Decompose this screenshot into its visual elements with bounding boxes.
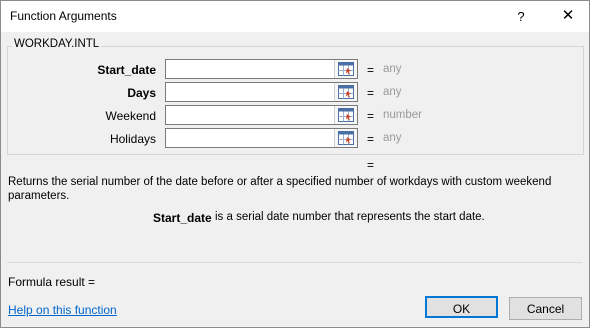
function-result-equals: =: [367, 158, 375, 172]
formula-result-label: Formula result =: [8, 275, 96, 289]
help-link[interactable]: Help on this function: [8, 303, 117, 317]
function-arguments-dialog: Function Arguments ? ✕ WORKDAY.INTL Star…: [0, 0, 590, 328]
arg-help-name: Start_date: [153, 211, 212, 225]
weekend-input[interactable]: [168, 107, 332, 122]
range-select-icon[interactable]: [334, 106, 357, 124]
arg-label-days: Days: [127, 86, 156, 100]
arg-field-days[interactable]: [165, 82, 358, 102]
arg-field-start-date[interactable]: [165, 59, 358, 79]
arg-result-days: any: [383, 86, 402, 98]
holidays-input[interactable]: [168, 130, 332, 145]
arg-field-weekend[interactable]: [165, 105, 358, 125]
range-select-icon[interactable]: [334, 60, 357, 78]
arg-label-holidays: Holidays: [109, 132, 156, 146]
days-input[interactable]: [168, 84, 332, 99]
start-date-input[interactable]: [168, 61, 332, 76]
arg-equals: =: [367, 132, 375, 146]
arg-field-holidays[interactable]: [165, 128, 358, 148]
ok-button[interactable]: OK: [425, 296, 498, 318]
function-description: Returns the serial number of the date be…: [8, 176, 552, 202]
help-button[interactable]: ?: [509, 7, 533, 27]
arg-label-start-date: Start_date: [97, 63, 156, 77]
arg-equals: =: [367, 109, 375, 123]
divider: [7, 262, 582, 263]
arg-result-weekend: number: [383, 109, 422, 121]
range-select-icon[interactable]: [334, 129, 357, 147]
arg-result-holidays: any: [383, 132, 402, 144]
arg-help-text: is a serial date number that represents …: [215, 211, 485, 223]
arg-label-weekend: Weekend: [105, 109, 156, 123]
arg-equals: =: [367, 63, 375, 77]
arg-equals: =: [367, 86, 375, 100]
arg-result-start-date: any: [383, 63, 402, 75]
range-select-icon[interactable]: [334, 83, 357, 101]
close-button[interactable]: ✕: [553, 4, 583, 28]
title-bar: Function Arguments ? ✕: [1, 1, 589, 32]
cancel-button[interactable]: Cancel: [509, 297, 582, 320]
function-name: WORKDAY.INTL: [12, 38, 102, 50]
window-title: Function Arguments: [10, 9, 117, 23]
